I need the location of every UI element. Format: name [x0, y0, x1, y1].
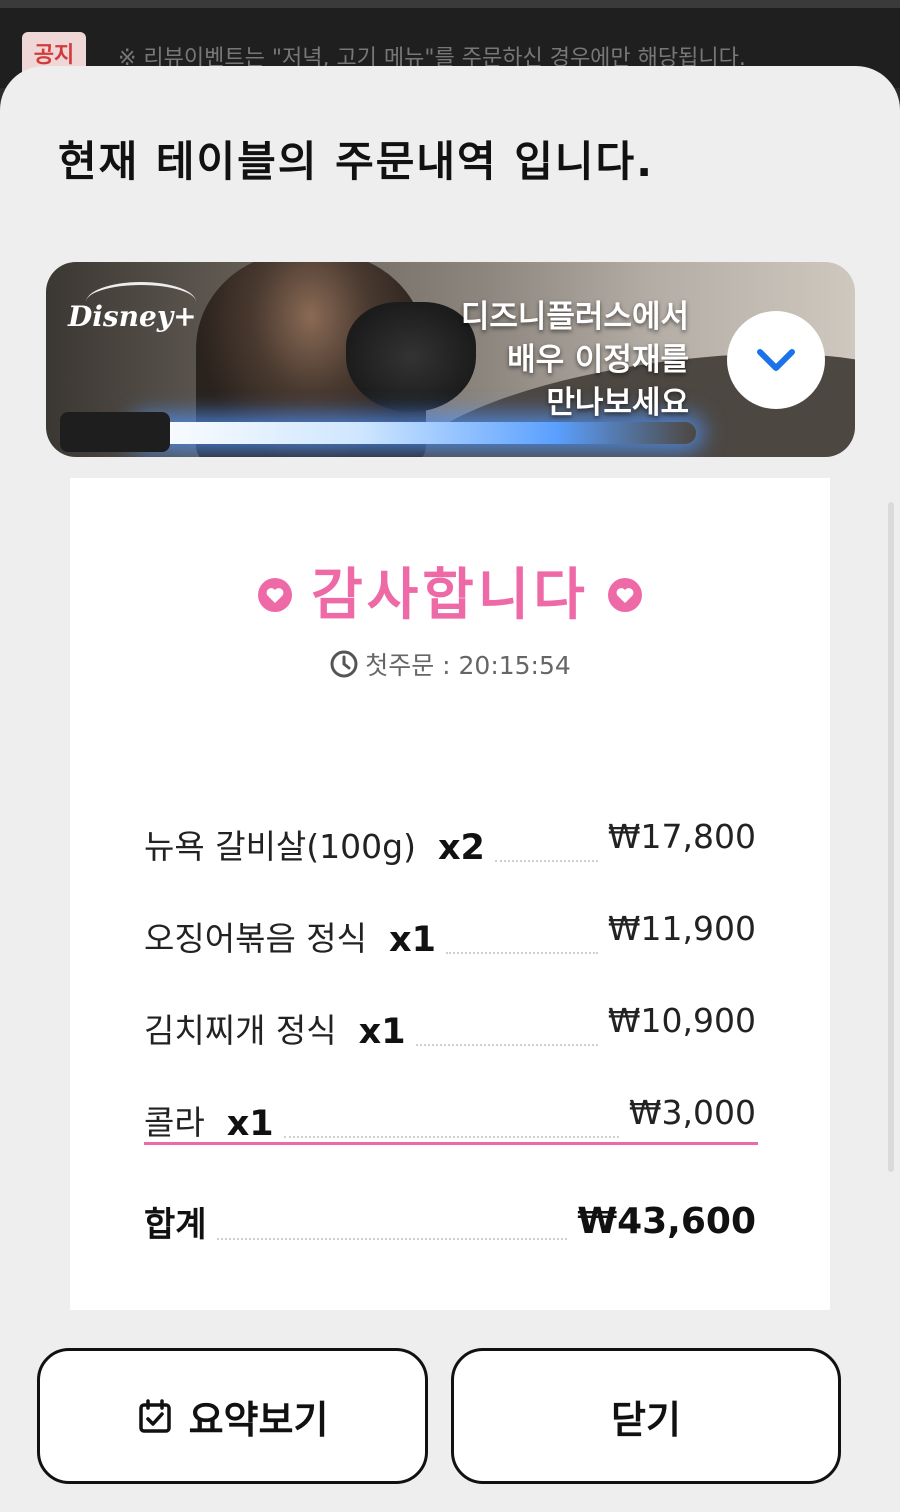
item-qty: x1: [389, 920, 436, 960]
order-item-row: 뉴욕 갈비살(100g) x2 ₩17,800: [144, 817, 756, 868]
dotted-leader: [216, 1238, 568, 1240]
dotted-leader: [445, 952, 598, 954]
first-order-value: 20:15:54: [458, 651, 571, 680]
total-row: 합계 ₩43,600: [144, 1196, 756, 1246]
order-item-row: 김치찌개 정식 x1 ₩10,900: [144, 1001, 756, 1052]
banner-expand-button[interactable]: [727, 311, 825, 409]
chevron-down-icon: [757, 349, 795, 371]
dotted-leader: [283, 1136, 619, 1138]
order-item-row: 오징어볶음 정식 x1 ₩11,900: [144, 909, 756, 960]
calendar-check-icon: [137, 1398, 173, 1434]
item-qty: x1: [358, 1012, 406, 1052]
banner-lightsaber-hilt: [60, 412, 170, 452]
order-receipt: 감사합니다 첫주문 : 20:15:54 뉴욕 갈비살(100g) x2 ₩17…: [70, 478, 830, 1310]
item-price: ₩17,800: [607, 817, 756, 856]
summary-button[interactable]: 요약보기: [37, 1348, 428, 1484]
disney-plus-logo: Disney+: [68, 300, 197, 333]
disney-plus-ad-banner[interactable]: Disney+ 디즈니플러스에서 배우 이정재를 만나보세요: [46, 262, 855, 457]
sheet-title: 현재 테이블의 주문내역 입니다.: [58, 137, 655, 186]
order-history-sheet: 현재 테이블의 주문내역 입니다. Disney+ 디즈니플러스에서 배우 이정…: [0, 66, 900, 1512]
total-label: 합계: [144, 1205, 207, 1245]
thanks-heading: 감사합니다: [70, 550, 830, 631]
thanks-text: 감사합니다: [311, 563, 589, 628]
item-price: ₩11,900: [607, 909, 756, 948]
heart-icon-left: [258, 577, 293, 612]
first-order-time: 첫주문 : 20:15:54: [70, 646, 830, 682]
order-item-row: 콜라 x1 ₩3,000: [144, 1093, 756, 1144]
item-name: 뉴욕 갈비살(100g): [144, 827, 416, 866]
item-name: 김치찌개 정식: [144, 1011, 337, 1050]
clock-icon: [330, 650, 358, 678]
item-qty: x1: [226, 1104, 274, 1144]
top-status-bar: [0, 0, 900, 8]
banner-headline-line-2: 배우 이정재를: [507, 342, 689, 378]
item-name: 오징어볶음 정식: [144, 919, 368, 958]
banner-headline-line-1: 디즈니플러스에서: [460, 299, 689, 335]
first-order-label: 첫주문 :: [365, 651, 459, 680]
item-name: 콜라: [144, 1103, 205, 1142]
close-button[interactable]: 닫기: [451, 1348, 841, 1484]
item-price: ₩10,900: [607, 1001, 756, 1040]
heart-icon-right: [607, 577, 642, 612]
scrollbar[interactable]: [888, 502, 894, 1172]
close-button-label: 닫기: [611, 1397, 681, 1442]
total-amount: ₩43,600: [577, 1201, 756, 1242]
banner-headline-line-3: 만나보세요: [546, 385, 689, 421]
total-divider: [144, 1142, 758, 1145]
item-qty: x2: [437, 828, 485, 868]
banner-headline: 디즈니플러스에서 배우 이정재를 만나보세요: [461, 296, 689, 425]
dotted-leader: [415, 1044, 598, 1046]
summary-button-label: 요약보기: [188, 1397, 329, 1442]
banner-lightsaber: [136, 422, 696, 444]
banner-actor-hand: [346, 302, 476, 412]
dotted-leader: [494, 860, 598, 862]
item-price: ₩3,000: [628, 1093, 756, 1132]
